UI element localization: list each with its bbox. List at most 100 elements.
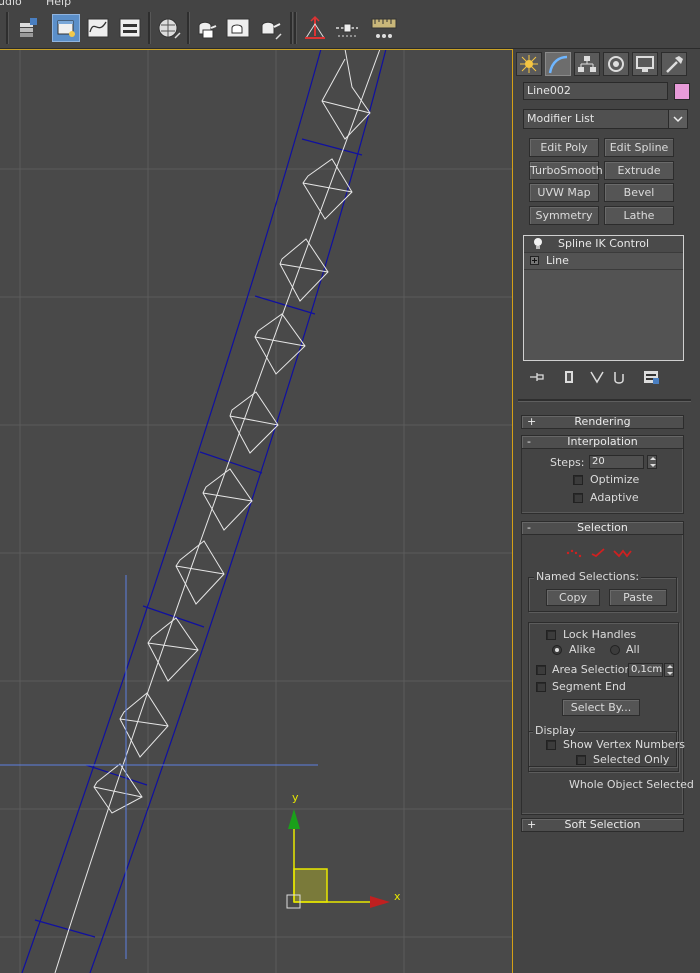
command-panel: Line002 Modifier List Edit Poly Edit Spl… xyxy=(513,49,700,973)
all-radio[interactable] xyxy=(610,645,620,655)
lathe-button[interactable]: Lathe xyxy=(604,206,674,225)
optimize-checkbox[interactable] xyxy=(573,475,583,485)
selection-status-text: Whole Object Selected xyxy=(569,778,694,791)
perspective-viewport[interactable]: y x xyxy=(0,49,513,973)
area-selection-checkbox[interactable] xyxy=(536,665,546,675)
align-icon[interactable] xyxy=(301,14,329,42)
rollout-toggle-icon: + xyxy=(527,818,537,831)
alike-label: Alike xyxy=(569,643,596,656)
alike-radio[interactable] xyxy=(552,645,562,655)
show-end-result-icon[interactable] xyxy=(559,368,579,386)
tab-display[interactable] xyxy=(632,52,658,76)
curve-editor-icon[interactable] xyxy=(84,14,112,42)
ruler-icon[interactable] xyxy=(370,14,398,42)
uvw-map-button[interactable]: UVW Map xyxy=(529,183,599,202)
tab-utilities[interactable] xyxy=(661,52,687,76)
expand-plus-icon[interactable] xyxy=(530,256,539,265)
segment-level-icon[interactable] xyxy=(590,547,606,559)
lock-handles-checkbox[interactable] xyxy=(546,630,556,640)
toolbar-separator xyxy=(187,12,190,44)
axis-x-label: x xyxy=(394,890,401,903)
tab-hierarchy[interactable] xyxy=(574,52,600,76)
configure-modifier-sets-icon[interactable] xyxy=(641,368,661,386)
show-vertex-numbers-checkbox[interactable] xyxy=(546,740,556,750)
symmetry-button[interactable]: Symmetry xyxy=(529,206,599,225)
extrude-button[interactable]: Extrude xyxy=(604,161,674,180)
material-editor-icon[interactable] xyxy=(155,14,183,42)
menu-item-studio[interactable]: udio xyxy=(0,0,22,8)
pivot-crosshair xyxy=(0,575,318,959)
command-panel-tabs xyxy=(516,52,696,76)
rollout-title: Interpolation xyxy=(567,435,638,448)
edit-spline-button[interactable]: Edit Spline xyxy=(604,138,674,157)
stack-item-label: Line xyxy=(546,254,569,267)
steps-spinner[interactable] xyxy=(647,455,657,469)
stack-item-spline-ik-control[interactable]: Spline IK Control xyxy=(524,236,683,253)
select-by-button[interactable]: Select By... xyxy=(562,699,640,716)
optimize-label: Optimize xyxy=(590,473,640,486)
rollout-title: Rendering xyxy=(574,415,631,428)
render-setup-icon[interactable] xyxy=(193,14,221,42)
display-label: Display xyxy=(533,724,578,737)
remove-modifier-icon[interactable] xyxy=(609,368,629,386)
selected-only-label: Selected Only xyxy=(593,753,670,766)
toolbar-separator xyxy=(6,12,9,44)
toolbar-overflow-icon[interactable] xyxy=(0,14,4,42)
object-name-field[interactable]: Line002 xyxy=(523,82,668,100)
modifier-list-dropdown[interactable]: Modifier List xyxy=(523,109,688,129)
menu-item-help[interactable]: Help xyxy=(46,0,71,8)
toolbar-separator xyxy=(290,12,293,44)
rendered-frame-icon[interactable] xyxy=(224,14,252,42)
steps-label: Steps: xyxy=(550,456,585,469)
main-toolbar xyxy=(0,8,700,49)
tab-modify[interactable] xyxy=(545,52,571,76)
scene-explorer-icon[interactable] xyxy=(52,14,80,42)
toolbar-separator xyxy=(294,12,297,44)
menu-bar: udio Help xyxy=(0,0,700,8)
interpolation-rollout-header[interactable]: - Interpolation xyxy=(521,435,684,449)
all-label: All xyxy=(626,643,640,656)
pin-stack-icon[interactable] xyxy=(527,368,547,386)
layer-explorer-icon[interactable] xyxy=(14,14,42,42)
paste-button[interactable]: Paste xyxy=(609,589,667,606)
chevron-down-icon[interactable] xyxy=(668,110,687,128)
edit-poly-button[interactable]: Edit Poly xyxy=(529,138,599,157)
vertex-level-icon[interactable] xyxy=(566,547,582,559)
tab-motion[interactable] xyxy=(603,52,629,76)
spline-level-icon[interactable] xyxy=(612,547,632,559)
named-selections-label: Named Selections: xyxy=(534,570,642,583)
area-selection-field[interactable]: 0,1cm xyxy=(628,663,663,677)
viewport-grid xyxy=(0,49,512,973)
selected-only-checkbox[interactable] xyxy=(576,755,586,765)
render-icon[interactable] xyxy=(256,14,284,42)
soft-selection-rollout-header[interactable]: + Soft Selection xyxy=(521,818,684,832)
panel-divider xyxy=(518,399,691,402)
adaptive-checkbox[interactable] xyxy=(573,493,583,503)
stack-toolbar xyxy=(523,368,688,388)
lock-handles-label: Lock Handles xyxy=(563,628,637,641)
viewport-scene: y x xyxy=(0,49,512,973)
selection-rollout-body: Named Selections: Copy Paste Lock Handle… xyxy=(521,535,694,815)
schematic-view-icon[interactable] xyxy=(116,14,144,42)
segment-end-checkbox[interactable] xyxy=(536,682,546,692)
interpolation-rollout-body: Steps: 20 Optimize Adaptive xyxy=(521,449,684,514)
modifier-stack: Spline IK Control Line xyxy=(523,235,684,361)
snapshot-icon[interactable] xyxy=(333,14,361,42)
bevel-button[interactable]: Bevel xyxy=(604,183,674,202)
toolbar-separator xyxy=(148,12,151,44)
turbosmooth-button[interactable]: TurboSmooth xyxy=(529,161,603,180)
copy-button[interactable]: Copy xyxy=(546,589,600,606)
rendering-rollout-header[interactable]: + Rendering xyxy=(521,415,684,429)
selection-rollout-header[interactable]: - Selection xyxy=(521,521,684,535)
rollout-toggle-icon: + xyxy=(527,415,537,428)
show-vertex-numbers-label: Show Vertex Numbers xyxy=(563,738,685,751)
object-color-swatch[interactable] xyxy=(674,83,690,100)
segment-end-label: Segment End xyxy=(552,680,626,693)
rollout-toggle-icon: - xyxy=(527,435,531,448)
tab-create[interactable] xyxy=(516,52,542,76)
area-selection-spinner[interactable] xyxy=(664,663,674,677)
steps-field[interactable]: 20 xyxy=(589,455,644,469)
spline-center-line xyxy=(54,49,381,973)
make-unique-icon[interactable] xyxy=(587,368,607,386)
stack-item-line[interactable]: Line xyxy=(524,253,683,270)
